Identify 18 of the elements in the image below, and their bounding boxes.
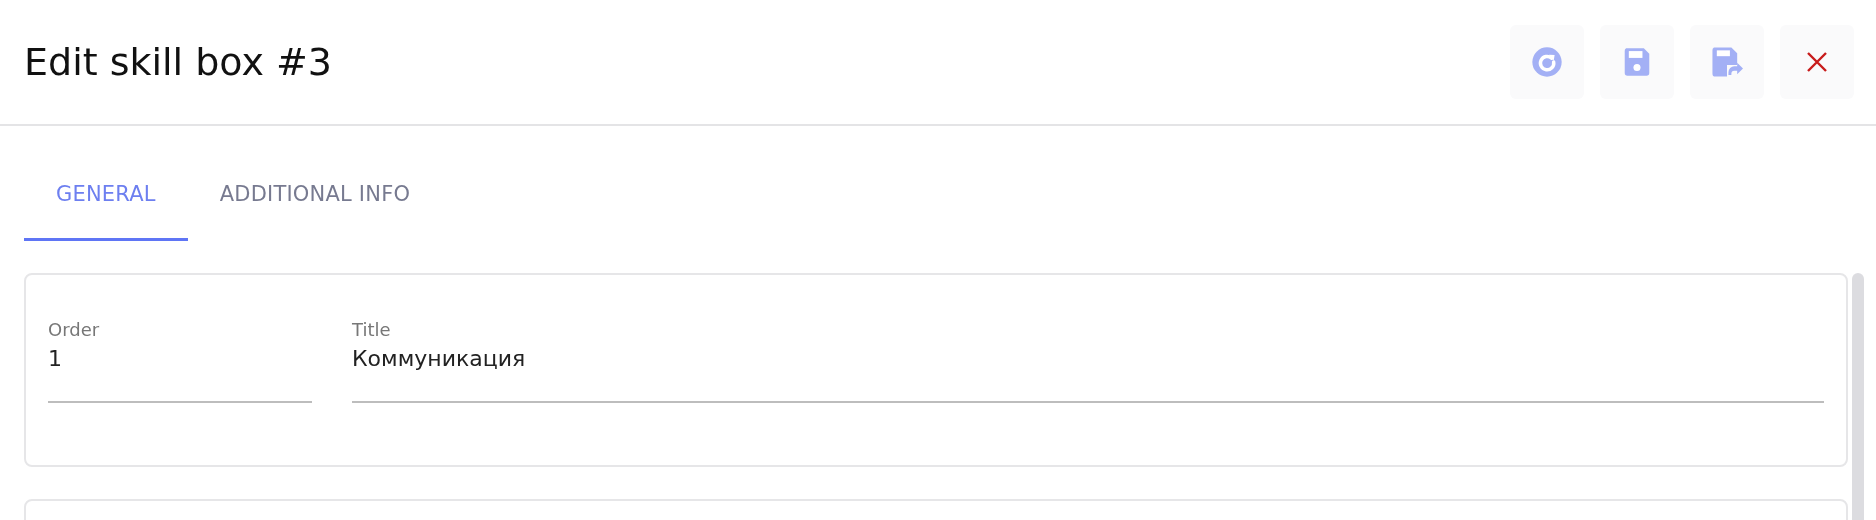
- field-value: 1: [48, 346, 62, 371]
- save-arrow-icon: [1711, 46, 1743, 78]
- input-field[interactable]: Title Коммуникация: [352, 319, 1824, 403]
- page-title: Edit skill box #3: [24, 40, 332, 84]
- save-and-close-button[interactable]: [1690, 25, 1764, 99]
- field-label: Order: [48, 319, 100, 340]
- field-value: Коммуникация: [352, 346, 526, 371]
- tab[interactable]: ADDITIONAL INFO: [187, 152, 443, 241]
- refresh-icon: [1531, 46, 1563, 78]
- save-button[interactable]: [1600, 25, 1674, 99]
- save-icon: [1623, 47, 1651, 77]
- refresh-button[interactable]: [1510, 25, 1584, 99]
- tab[interactable]: GENERAL: [24, 152, 188, 241]
- scrollbar[interactable]: [1852, 273, 1864, 520]
- field-label: Title: [352, 319, 391, 340]
- close-icon: [1805, 50, 1829, 74]
- input-field[interactable]: Order 1: [48, 319, 312, 403]
- close-button[interactable]: [1780, 25, 1854, 99]
